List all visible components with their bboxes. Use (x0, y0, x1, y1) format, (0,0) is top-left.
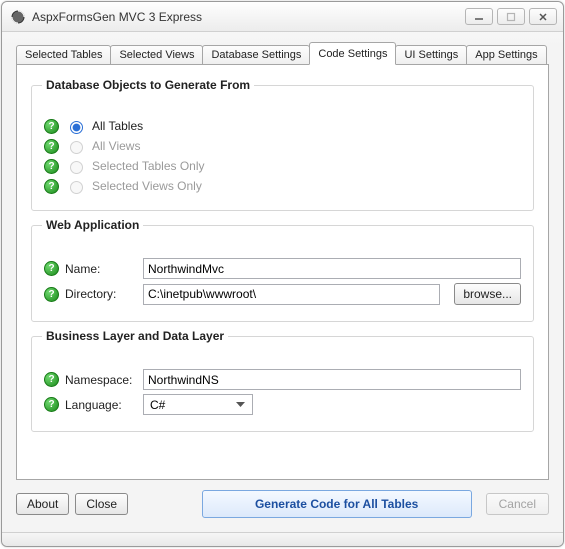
radio-label: Selected Tables Only (92, 159, 205, 173)
resize-grip-area (2, 532, 563, 546)
directory-label: Directory: (65, 287, 137, 301)
group-layers: Business Layer and Data Layer ? Namespac… (31, 336, 534, 432)
radio-label: All Views (92, 139, 140, 153)
help-icon[interactable]: ? (44, 261, 59, 276)
field-row-directory: ? Directory: browse... (44, 283, 521, 305)
window-buttons (465, 8, 557, 25)
radio-row-selected-tables: ? Selected Tables Only (44, 158, 521, 174)
field-row-language: ? Language: C# (44, 394, 521, 415)
group-title-layers: Business Layer and Data Layer (42, 329, 228, 343)
radio-row-selected-views: ? Selected Views Only (44, 178, 521, 194)
language-label: Language: (65, 398, 137, 412)
generate-button[interactable]: Generate Code for All Tables (202, 490, 472, 518)
window: AspxFormsGen MVC 3 Express Selected Tabl… (1, 1, 564, 547)
radio-selected-views (70, 181, 83, 194)
name-label: Name: (65, 262, 137, 276)
radio-label: All Tables (92, 119, 143, 133)
close-dialog-button[interactable]: Close (75, 493, 128, 515)
name-input[interactable] (143, 258, 521, 279)
radio-row-all-views: ? All Views (44, 138, 521, 154)
app-icon (10, 9, 26, 25)
window-title: AspxFormsGen MVC 3 Express (32, 10, 465, 24)
radio-all-tables[interactable] (70, 121, 83, 134)
help-icon[interactable]: ? (44, 139, 59, 154)
tab-app-settings[interactable]: App Settings (466, 45, 546, 65)
radio-all-views (70, 141, 83, 154)
browse-button[interactable]: browse... (454, 283, 521, 305)
tab-selected-views[interactable]: Selected Views (110, 45, 203, 65)
tab-database-settings[interactable]: Database Settings (202, 45, 310, 65)
language-value: C# (150, 398, 165, 412)
radio-label: Selected Views Only (92, 179, 202, 193)
minimize-button[interactable] (465, 8, 493, 25)
field-row-name: ? Name: (44, 258, 521, 279)
help-icon[interactable]: ? (44, 119, 59, 134)
tab-panel: Database Objects to Generate From ? All … (16, 64, 549, 480)
language-combo[interactable]: C# (143, 394, 253, 415)
help-icon[interactable]: ? (44, 179, 59, 194)
radio-selected-tables (70, 161, 83, 174)
radio-row-all-tables: ? All Tables (44, 118, 521, 134)
client-area: Selected Tables Selected Views Database … (2, 32, 563, 532)
group-web-app: Web Application ? Name: ? Directory: bro… (31, 225, 534, 322)
chevron-down-icon (232, 397, 248, 413)
tab-code-settings[interactable]: Code Settings (309, 42, 396, 65)
namespace-label: Namespace: (65, 373, 137, 387)
about-button[interactable]: About (16, 493, 69, 515)
help-icon[interactable]: ? (44, 159, 59, 174)
tabstrip: Selected Tables Selected Views Database … (16, 42, 549, 65)
close-button[interactable] (529, 8, 557, 25)
tab-ui-settings[interactable]: UI Settings (395, 45, 467, 65)
group-db-objects: Database Objects to Generate From ? All … (31, 85, 534, 211)
help-icon[interactable]: ? (44, 397, 59, 412)
group-title-web-app: Web Application (42, 218, 143, 232)
tab-selected-tables[interactable]: Selected Tables (16, 45, 111, 65)
field-row-namespace: ? Namespace: (44, 369, 521, 390)
namespace-input[interactable] (143, 369, 521, 390)
group-title-db-objects: Database Objects to Generate From (42, 78, 254, 92)
directory-input[interactable] (143, 284, 440, 305)
help-icon[interactable]: ? (44, 372, 59, 387)
cancel-button: Cancel (486, 493, 549, 515)
footer: About Close Generate Code for All Tables… (16, 490, 549, 518)
maximize-button[interactable] (497, 8, 525, 25)
help-icon[interactable]: ? (44, 287, 59, 302)
titlebar: AspxFormsGen MVC 3 Express (2, 2, 563, 32)
